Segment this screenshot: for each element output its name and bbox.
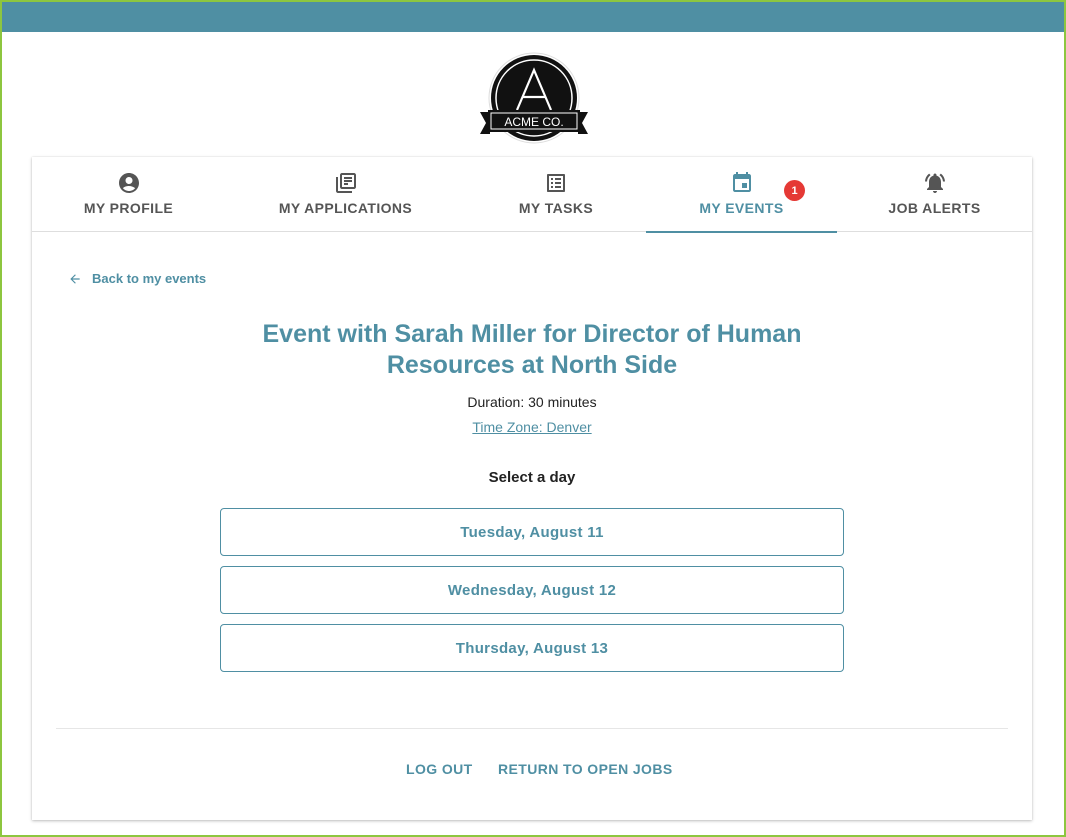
tab-my-applications[interactable]: MY APPLICATIONS (225, 157, 466, 232)
tab-my-events[interactable]: MY EVENTS (646, 157, 837, 233)
tab-label: MY APPLICATIONS (278, 200, 413, 216)
tab-label: MY PROFILE (83, 200, 174, 216)
timezone-row: Time Zone: Denver (32, 419, 1032, 435)
select-day-heading: Select a day (488, 469, 576, 486)
nav-tabs: MY PROFILE MY APPLICATIONS MY TASKS MY E… (32, 157, 1032, 233)
event-duration: Duration: 30 minutes (467, 394, 597, 410)
tab-my-tasks[interactable]: MY TASKS (466, 157, 646, 232)
alarm-bell-icon (924, 173, 945, 193)
account-circle-icon (118, 173, 139, 193)
day-button-thursday[interactable]: Thursday, August 13 (220, 624, 844, 672)
logout-button[interactable]: LOG OUT (406, 761, 473, 777)
footer-divider (56, 728, 1008, 729)
notification-badge: 1 (784, 180, 805, 201)
back-link-label: Back to my events (92, 271, 207, 286)
list-alt-icon (547, 174, 565, 192)
main-card: MY PROFILE MY APPLICATIONS MY TASKS MY E… (32, 157, 1032, 820)
return-to-open-jobs-button[interactable]: RETURN TO OPEN JOBS (498, 761, 673, 777)
tab-label: JOB ALERTS (888, 200, 981, 216)
library-books-icon (335, 173, 356, 193)
calendar-icon (732, 172, 751, 192)
tab-label: MY EVENTS (699, 200, 784, 216)
event-title: Event with Sarah Miller for Director of … (262, 320, 802, 379)
timezone-link[interactable]: Time Zone: Denver (472, 419, 591, 435)
tab-label: MY TASKS (518, 200, 594, 216)
company-logo: ACME CO. (476, 52, 592, 144)
back-to-events-link[interactable]: Back to my events (68, 271, 206, 286)
tab-my-profile[interactable]: MY PROFILE (32, 157, 225, 232)
day-button-wednesday[interactable]: Wednesday, August 12 (220, 566, 844, 614)
tab-job-alerts[interactable]: JOB ALERTS (837, 157, 1032, 232)
top-bar (2, 2, 1064, 32)
arrow-left-icon (70, 273, 80, 284)
day-button-tuesday[interactable]: Tuesday, August 11 (220, 508, 844, 556)
svg-text:ACME CO.: ACME CO. (504, 115, 563, 129)
